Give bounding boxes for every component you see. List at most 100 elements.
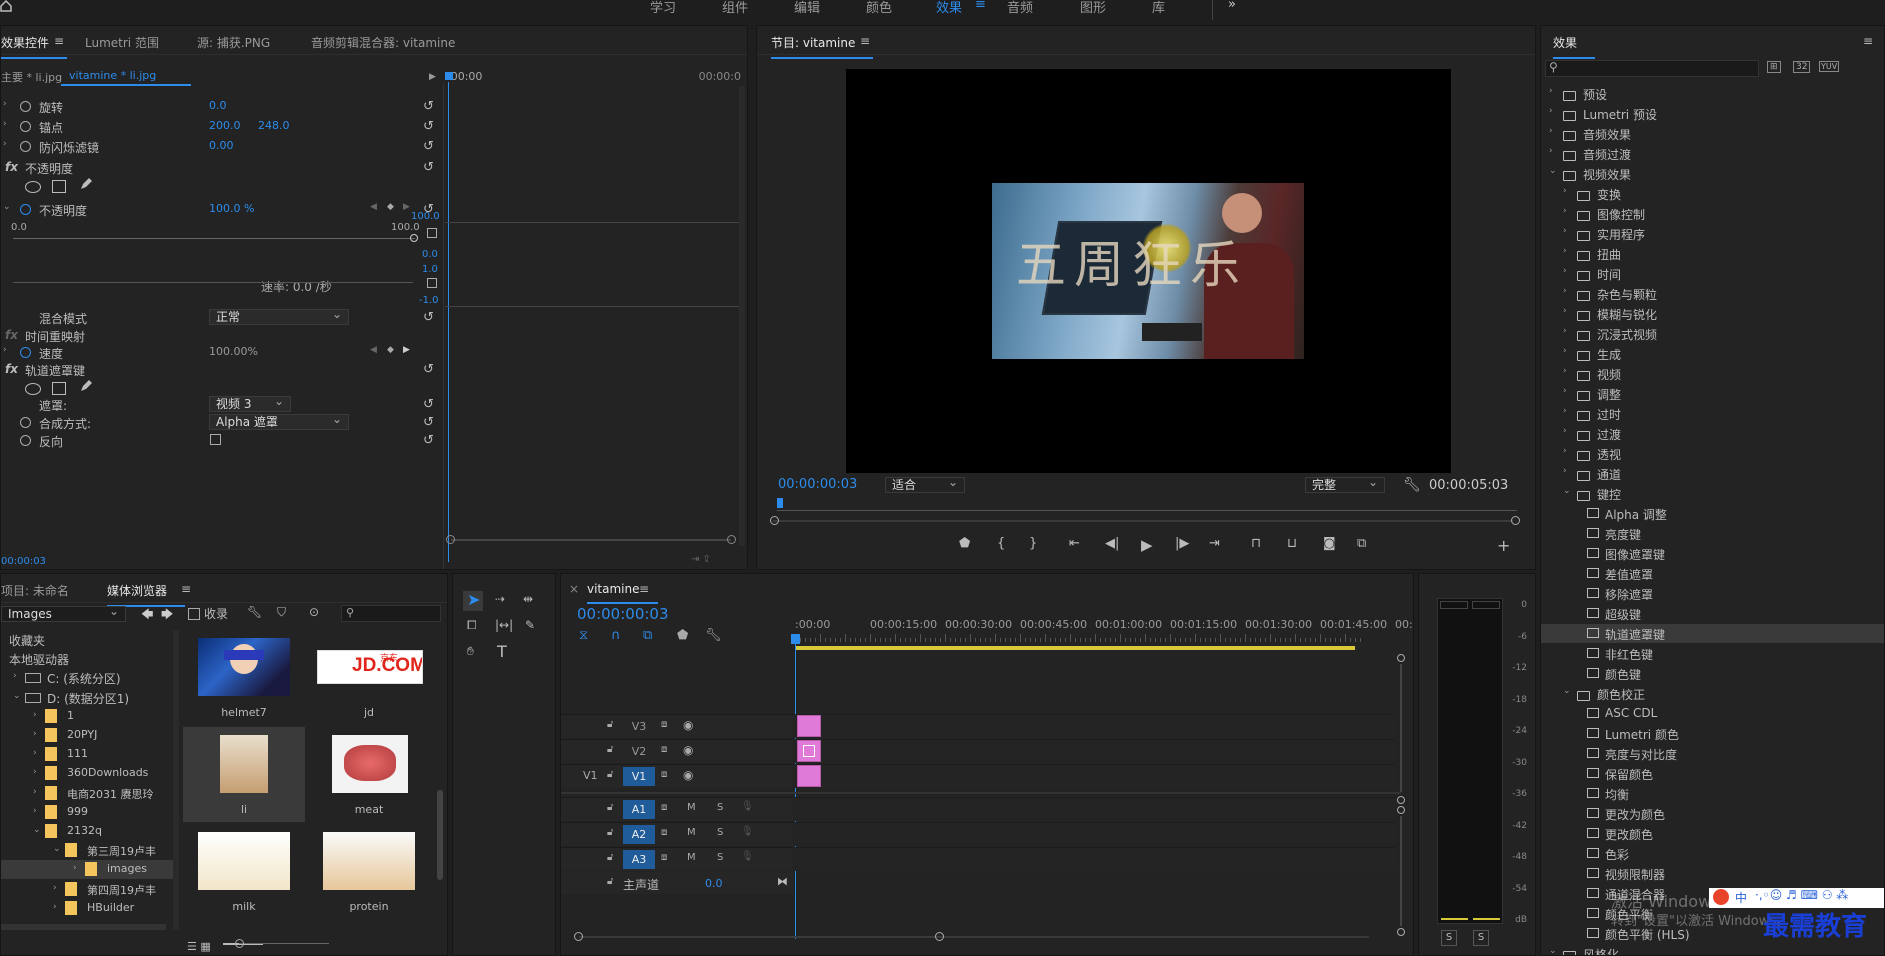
mute-button[interactable]: M <box>687 802 696 813</box>
mini-playhead-handle[interactable] <box>445 72 453 80</box>
button-editor-icon[interactable]: + <box>1497 536 1510 555</box>
chevron-right-icon[interactable]: › <box>1563 306 1567 316</box>
media-tree-item[interactable]: ⌄ 第三周19卢丰 <box>1 841 177 860</box>
effects-tree-item[interactable]: › 通道 <box>1541 464 1884 483</box>
chevron-right-icon[interactable]: › <box>1563 406 1567 416</box>
go-to-out-icon[interactable]: ⇥ <box>1209 536 1220 551</box>
chevron-down-icon[interactable]: ⌄ <box>1549 166 1557 176</box>
effects-tree-item[interactable]: › 音频效果 <box>1541 124 1884 143</box>
mini-timeline-ruler[interactable]: :00:00 00:00:0 <box>447 70 743 86</box>
effects-tree-item[interactable]: › 时间 <box>1541 264 1884 283</box>
close-tab-icon[interactable]: × <box>569 582 579 596</box>
chevron-icon[interactable]: › <box>13 671 17 681</box>
chevron-icon[interactable]: › <box>73 863 77 873</box>
opacity-slider-handle[interactable] <box>410 234 418 242</box>
rectangle-mask-icon[interactable] <box>52 180 66 193</box>
media-thumbnail-jd[interactable]: JD.COM 京东 jd <box>308 630 430 725</box>
timeline-ruler[interactable]: :00:00 00:00:15:00 00:00:30:00 00:00:45:00 0… <box>795 618 1413 644</box>
opacity-slider-track[interactable] <box>13 238 415 239</box>
chevron-icon[interactable]: › <box>53 883 57 893</box>
track-lock-icon[interactable]: 🔓︎ <box>607 827 613 838</box>
effects-tree-item[interactable]: 均衡 <box>1541 784 1884 803</box>
slip-tool-icon[interactable]: |↔| <box>495 618 513 632</box>
chevron-icon[interactable]: › <box>53 902 57 912</box>
mark-out-icon[interactable]: } <box>1029 536 1037 551</box>
effects-search-input[interactable]: ⚲ <box>1545 60 1759 77</box>
solo-right-button[interactable]: S <box>1473 930 1489 946</box>
chevron-right-icon[interactable]: › <box>1563 266 1567 276</box>
stopwatch-icon[interactable] <box>20 121 31 132</box>
stopwatch-icon[interactable] <box>20 141 31 152</box>
nav-effects[interactable]: 效果 <box>936 0 962 16</box>
export-frame-icon[interactable]: ◙ <box>1323 536 1336 551</box>
sequence-clip-label[interactable]: vitamine * li.jpg <box>69 69 156 82</box>
timeline-playhead-handle[interactable] <box>791 634 800 644</box>
chevron-icon[interactable]: ⌄ <box>33 825 41 835</box>
track-target-toggle[interactable]: A1 <box>623 800 655 819</box>
effects-tree-item[interactable]: › 图像控制 <box>1541 204 1884 223</box>
effects-tree-item[interactable]: ⌄ 视频效果 <box>1541 164 1884 183</box>
media-tree-item[interactable]: › images <box>1 860 177 880</box>
stopwatch-icon[interactable] <box>20 101 31 112</box>
effects-tree-item[interactable]: ⌄ 键控 <box>1541 484 1884 503</box>
track-lock-icon[interactable]: 🔓︎ <box>607 744 613 755</box>
comparison-view-icon[interactable]: ⧉ <box>1357 536 1366 551</box>
media-tree-item[interactable]: 本地驱动器 <box>1 649 177 668</box>
chevron-right-icon[interactable]: › <box>1563 466 1567 476</box>
zoom-slider-handle[interactable] <box>235 939 244 948</box>
hand-tool-icon[interactable]: ✋︎ <box>467 644 474 659</box>
tab-project[interactable]: 项目: 未命名 <box>1 582 69 599</box>
panel-menu-icon[interactable]: ≡ <box>860 34 870 48</box>
timeline-hscrollbar[interactable] <box>579 936 1369 938</box>
effects-tree-item[interactable]: › 过时 <box>1541 404 1884 423</box>
home-icon[interactable] <box>0 0 14 14</box>
media-search-input[interactable]: ⚲ <box>341 605 441 622</box>
effect-controls-timecode[interactable]: 00:00:03 <box>1 556 46 567</box>
nav-effects-menu-icon[interactable]: ≡ <box>975 0 986 12</box>
effects-tree-item[interactable]: 轨道遮罩键 <box>1541 624 1884 643</box>
media-tree-item[interactable]: › 999 <box>1 803 177 822</box>
add-keyframe-icon[interactable]: ◆ <box>387 202 394 212</box>
sync-lock-icon[interactable]: ⧈ <box>661 719 667 730</box>
effects-tree-item[interactable]: › 视频 <box>1541 364 1884 383</box>
effects-tree-item[interactable]: › 调整 <box>1541 384 1884 403</box>
track-target-toggle[interactable]: A3 <box>623 850 655 869</box>
eye-icon[interactable]: ◉ <box>683 768 693 782</box>
effect-controls-scrollbar[interactable] <box>739 86 745 546</box>
tab-audio-clip-mixer[interactable]: 音频剪辑混合器: vitamine <box>311 34 455 51</box>
track-header[interactable] <box>561 797 793 821</box>
video-clip[interactable] <box>797 715 821 737</box>
chevron-right-icon[interactable]: › <box>1563 366 1567 376</box>
fx-badge[interactable]: fx <box>5 328 18 342</box>
media-tree-item[interactable]: › 电商2031 赓思玲 <box>1 784 177 803</box>
anchor-y-value[interactable]: 248.0 <box>258 119 290 132</box>
eye-icon[interactable]: ◉ <box>683 718 693 732</box>
chevron-down-icon[interactable]: ⌄ <box>1549 946 1557 955</box>
effects-tree-item[interactable]: 保留颜色 <box>1541 764 1884 783</box>
media-tree-item[interactable]: › HBuilder <box>1 899 177 918</box>
solo-button[interactable]: S <box>717 802 723 813</box>
chevron-right-icon[interactable]: › <box>1563 186 1567 196</box>
program-playhead-timecode[interactable]: 00:00:00:03 <box>778 477 857 492</box>
timeline-settings-icon[interactable]: 🔧︎ <box>705 628 722 643</box>
grid-scrollbar[interactable] <box>437 790 443 880</box>
sync-lock-icon[interactable]: ⧈ <box>661 769 667 780</box>
effects-tree-item[interactable]: › 过渡 <box>1541 424 1884 443</box>
graph-toggle-icon-2[interactable] <box>427 278 437 288</box>
graph-toggle-icon[interactable] <box>427 228 437 238</box>
master-volume-value[interactable]: 0.0 <box>705 877 723 890</box>
track-target-toggle[interactable]: V3 <box>623 717 655 736</box>
composite-select[interactable]: Alpha 遮罩 <box>209 412 349 430</box>
effects-tree-item[interactable]: › 杂色与颗粒 <box>1541 284 1884 303</box>
chevron-icon[interactable]: › <box>33 729 37 739</box>
media-tree-item[interactable]: › 111 <box>1 745 177 764</box>
track-header[interactable] <box>561 739 793 763</box>
media-thumbnail-milk[interactable]: milk <box>183 824 305 919</box>
sogou-icon[interactable] <box>1713 889 1729 905</box>
reset-icon[interactable]: ↺ <box>423 160 434 175</box>
media-thumbnail-meat[interactable]: meat <box>308 727 430 822</box>
add-marker-icon[interactable]: ⬟ <box>959 536 970 551</box>
effects-tree-item[interactable]: › Lumetri 预设 <box>1541 104 1884 123</box>
effects-tree-item[interactable]: 颜色键 <box>1541 664 1884 683</box>
chevron-icon[interactable]: › <box>33 787 37 797</box>
